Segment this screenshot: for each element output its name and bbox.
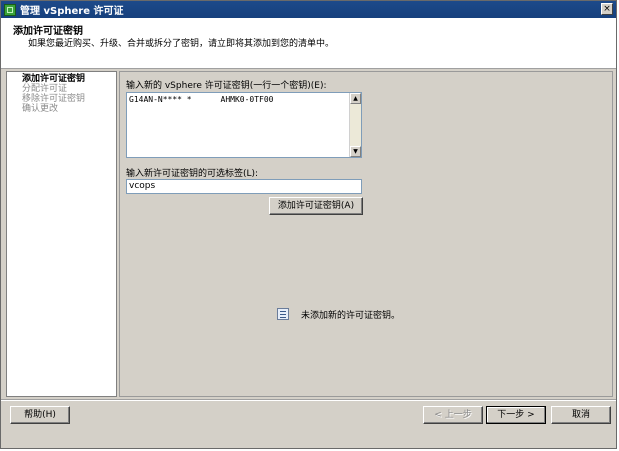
scroll-up-icon[interactable]: ▲ [350, 93, 361, 104]
next-button[interactable]: 下一步 > [486, 406, 546, 424]
footer-divider [1, 399, 616, 401]
wizard-content: 输入新的 vSphere 许可证密钥(一行一个密钥)(E): G14AN-N**… [119, 71, 613, 397]
empty-message: 未添加新的许可证密钥。 [301, 311, 401, 321]
license-tag-label: 输入新许可证密钥的可选标签(L): [126, 169, 259, 179]
info-list-icon [277, 308, 289, 320]
step-confirm-changes[interactable]: 确认更改 [22, 104, 116, 114]
scroll-down-icon[interactable]: ▼ [350, 146, 361, 157]
license-keys-textarea[interactable]: G14AN-N**** * AHMK0-0TF00 ▲ ▼ [126, 92, 362, 158]
step-assign-licenses[interactable]: 分配许可证 [22, 84, 116, 94]
step-remove-license-keys[interactable]: 移除许可证密钥 [22, 94, 116, 104]
title-bar: 管理 vSphere 许可证 × [1, 1, 616, 18]
page-title: 添加许可证密钥 [13, 26, 83, 37]
license-tag-input[interactable]: vcops [126, 179, 362, 194]
license-keys-label: 输入新的 vSphere 许可证密钥(一行一个密钥)(E): [126, 81, 327, 91]
add-license-key-button[interactable]: 添加许可证密钥(A) [269, 197, 363, 215]
help-button[interactable]: 帮助(H) [10, 406, 70, 424]
wizard-header: 添加许可证密钥 如果您最近购买、升级、合并或拆分了密钥，请立即将其添加到您的清单… [1, 18, 616, 69]
vsphere-license-icon [4, 3, 16, 16]
window-title: 管理 vSphere 许可证 [20, 6, 124, 17]
license-dialog: 管理 vSphere 许可证 × 添加许可证密钥 如果您最近购买、升级、合并或拆… [0, 0, 617, 449]
license-keys-value: G14AN-N**** * AHMK0-0TF00 [129, 95, 274, 104]
back-button[interactable]: < 上一步 [423, 406, 483, 424]
close-icon[interactable]: × [601, 3, 613, 15]
cancel-button[interactable]: 取消 [551, 406, 611, 424]
step-add-license-keys[interactable]: 添加许可证密钥 [22, 74, 116, 84]
wizard-steps: 添加许可证密钥 分配许可证 移除许可证密钥 确认更改 [6, 71, 117, 397]
page-subtitle: 如果您最近购买、升级、合并或拆分了密钥，请立即将其添加到您的清单中。 [28, 39, 335, 49]
keys-scrollbar[interactable]: ▲ ▼ [349, 93, 361, 157]
